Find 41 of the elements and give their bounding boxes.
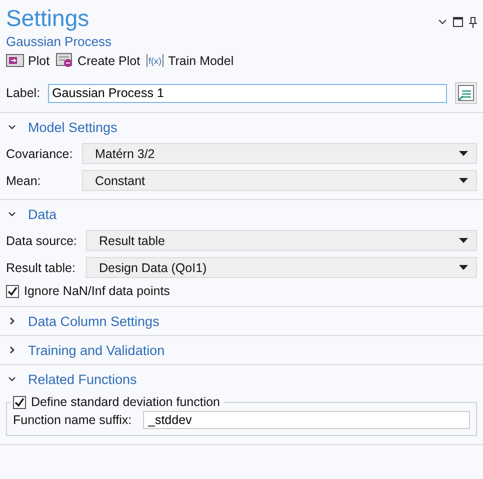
chevron-right-icon — [8, 317, 16, 325]
pin-icon[interactable] — [469, 16, 477, 28]
chevron-right-icon — [8, 346, 16, 354]
section-header[interactable]: Data Column Settings — [0, 307, 483, 335]
chevron-down-icon — [8, 375, 16, 383]
label-field[interactable]: Gaussian Process 1 — [48, 84, 447, 102]
field-label: Mean: — [6, 174, 42, 188]
suffix-field[interactable]: _stddev — [143, 411, 470, 429]
maximize-icon[interactable] — [453, 17, 463, 27]
section-header[interactable]: Model Settings — [0, 113, 483, 141]
dropdown[interactable]: Result table — [86, 230, 477, 251]
checkbox-label: Define standard deviation function — [31, 395, 220, 409]
toolbar-button[interactable]: Create Plot — [56, 53, 140, 68]
checkbox-label: Ignore NaN/Inf data points — [24, 284, 170, 298]
section-header[interactable]: Training and Validation — [0, 336, 483, 364]
field-label: Data source: — [6, 234, 78, 248]
toolbar-button[interactable]: Plot — [6, 54, 50, 68]
checkbox[interactable] — [6, 284, 19, 298]
dropdown[interactable]: Constant — [82, 170, 477, 191]
node-type: Gaussian Process — [5, 33, 112, 49]
dropdown[interactable]: Design Data (QoI1) — [86, 257, 477, 278]
dropdown-arrow-icon — [459, 265, 468, 270]
field-label: Label: — [6, 86, 40, 100]
field-label: Function name suffix: — [13, 413, 133, 427]
dropdown-arrow-icon — [459, 238, 468, 243]
plot-icon — [6, 54, 24, 67]
section-header[interactable]: Related Functions — [0, 365, 483, 393]
chevron-down-icon — [8, 123, 16, 131]
create-plot-icon — [56, 53, 74, 68]
chevron-down-icon[interactable] — [438, 19, 447, 25]
panel-title: Settings — [6, 4, 90, 32]
dropdown-arrow-icon — [459, 151, 468, 156]
field-label: Result table: — [6, 260, 76, 274]
dropdown[interactable]: Matérn 3/2 — [82, 143, 477, 164]
section-header[interactable]: Data — [0, 200, 483, 228]
chevron-down-icon — [8, 210, 16, 218]
comment-button[interactable] — [455, 82, 477, 104]
checkbox[interactable] — [13, 396, 26, 408]
toolbar-button[interactable]: f(x) Train Model — [146, 53, 234, 68]
dropdown-arrow-icon — [459, 178, 468, 183]
field-label: Covariance: — [6, 146, 74, 160]
